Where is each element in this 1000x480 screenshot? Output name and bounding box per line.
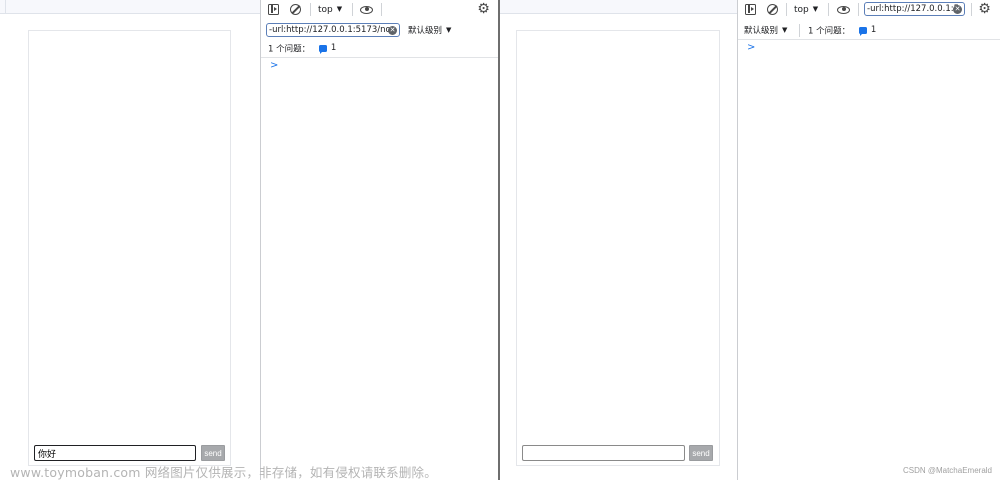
console-divider — [738, 39, 1000, 40]
clear-filter-icon[interactable]: ✕ — [388, 25, 397, 35]
console-prompt-chevron[interactable]: > — [747, 42, 755, 54]
issue-badge[interactable]: 1 — [858, 24, 877, 36]
toolbar-separator — [828, 3, 829, 16]
live-expression-eye-icon[interactable] — [360, 3, 373, 16]
toolbar-separator — [799, 24, 800, 37]
right-console-toolbar: top ▼ -url:http://127.0.0.1:5 ✕ ⚙ — [738, 0, 1000, 19]
left-chat-panel: send — [28, 30, 231, 466]
right-context-selector[interactable]: top ▼ — [794, 3, 818, 16]
issue-badge[interactable]: 1 — [318, 42, 337, 54]
right-page-top-strip — [500, 0, 737, 14]
caret-down-icon: ▼ — [336, 5, 343, 13]
toolbar-separator — [381, 3, 382, 16]
left-log-level-selector[interactable]: 默认级别 ▼ — [408, 24, 451, 37]
filter-value: -url:http://127.0.0.1:5 — [867, 4, 960, 14]
toolbar-separator — [858, 3, 859, 16]
show-console-sidebar-icon[interactable] — [744, 3, 757, 16]
caret-down-icon: ▼ — [446, 26, 452, 34]
right-chat-input[interactable] — [522, 445, 685, 461]
left-send-button[interactable]: send — [201, 445, 225, 461]
toolbar-separator — [352, 3, 353, 16]
issues-label: 1 个问题： — [808, 26, 851, 37]
live-expression-eye-icon[interactable] — [837, 3, 850, 16]
level-label: 默认级别 — [744, 26, 779, 36]
level-label: 默认级别 — [408, 26, 443, 36]
show-console-sidebar-icon[interactable] — [267, 3, 280, 16]
right-browser-window: send top ▼ -url:http://127.0.0.1:5 ✕ ⚙ 默认… — [500, 0, 1000, 480]
clear-filter-icon[interactable]: ✕ — [953, 4, 962, 14]
right-send-button[interactable]: send — [689, 445, 713, 461]
toolbar-separator — [786, 3, 787, 16]
console-prompt-chevron[interactable]: > — [270, 60, 278, 72]
toolbar-separator — [971, 3, 972, 16]
right-console-filter-input[interactable]: -url:http://127.0.0.1:5 ✕ — [864, 2, 965, 16]
strip-tick — [5, 0, 6, 14]
issue-count: 1 — [330, 43, 337, 53]
caret-down-icon: ▼ — [812, 5, 819, 13]
right-devtools-console: top ▼ -url:http://127.0.0.1:5 ✕ ⚙ 默认级别 ▼ 1… — [737, 0, 1000, 480]
left-devtools-console: top ▼ ⚙ -url:http://127.0.0.1:5173/noc ✕ … — [260, 0, 498, 480]
right-log-level-selector[interactable]: 默认级别 ▼ — [744, 24, 787, 37]
left-page-top-strip — [0, 0, 260, 14]
issue-count: 1 — [870, 25, 877, 35]
right-chat-panel: send — [516, 30, 720, 466]
left-browser-window: send top▼ ⚙ -url:http://127.0.0.1:5173/n… — [0, 0, 499, 480]
context-label: top — [318, 5, 333, 15]
filter-value: -url:http://127.0.0.1:5173/noc — [269, 25, 396, 35]
toolbar-separator — [310, 3, 311, 16]
clear-console-icon[interactable] — [766, 3, 779, 16]
message-icon — [858, 26, 867, 36]
issues-label: 1 个问题： — [268, 44, 311, 55]
left-console-filter-input[interactable]: -url:http://127.0.0.1:5173/noc ✕ — [266, 23, 400, 37]
site-watermark: www.toymoban.com 网络图片仅供展示，非存储，如有侵权请联系删除。 — [10, 465, 437, 480]
right-page-viewport: send — [500, 0, 737, 480]
clear-console-icon[interactable] — [289, 3, 302, 16]
console-divider — [261, 57, 498, 58]
left-console-toolbar: top ▼ ⚙ — [261, 0, 498, 19]
left-chat-input[interactable] — [34, 445, 196, 461]
left-issues-counter[interactable]: 1 个问题： 1 — [268, 42, 336, 56]
context-label: top — [794, 5, 809, 15]
message-icon — [318, 44, 327, 54]
caret-down-icon: ▼ — [782, 26, 788, 34]
left-page-viewport: send — [0, 0, 260, 480]
author-credit: CSDN @MatchaEmerald — [902, 466, 992, 475]
left-context-selector[interactable]: top ▼ — [318, 3, 342, 16]
settings-gear-icon[interactable]: ⚙ — [978, 2, 991, 16]
right-issues-counter[interactable]: 1 个问题： 1 — [808, 24, 876, 38]
settings-gear-icon[interactable]: ⚙ — [477, 2, 490, 16]
screenshot-root: send top▼ ⚙ -url:http://127.0.0.1:5173/n… — [0, 0, 1000, 480]
